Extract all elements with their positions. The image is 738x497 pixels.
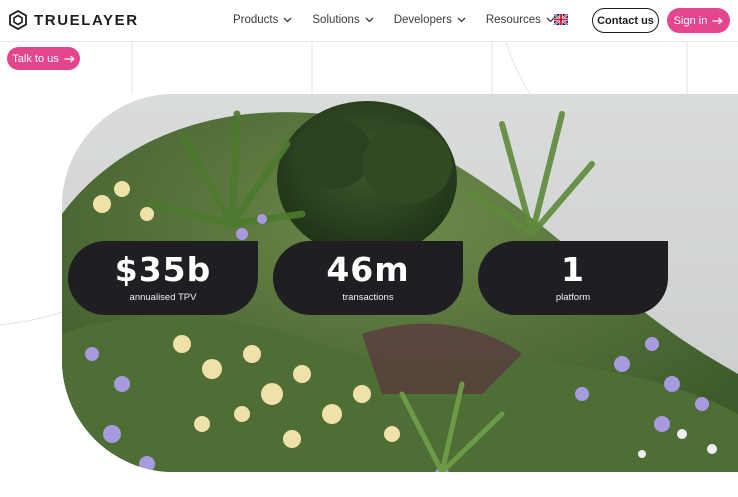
nav-item-label: Resources	[485, 14, 541, 26]
contact-us-button[interactable]: Contact us	[592, 8, 659, 33]
site-header: TRUELAYER Products Solutions Developers …	[0, 0, 738, 42]
nav-item-products[interactable]: Products	[233, 12, 292, 28]
brand-name: TRUELAYER	[34, 11, 139, 29]
stat-value: $35b	[114, 250, 212, 289]
stat-value: 1	[561, 250, 585, 289]
main-nav: Products Solutions Developers Resources	[233, 12, 575, 28]
stat-card-tpv: $35b annualised TPV	[68, 241, 258, 315]
stat-label: annualised TPV	[129, 292, 197, 303]
nav-item-solutions[interactable]: Solutions	[312, 12, 374, 28]
sign-in-button[interactable]: Sign in	[667, 8, 730, 33]
uk-flag-icon[interactable]	[554, 14, 568, 25]
talk-to-us-button[interactable]: Talk to us	[7, 47, 80, 70]
nav-item-label: Solutions	[312, 14, 360, 26]
stat-label: platform	[555, 292, 591, 303]
nav-item-resources[interactable]: Resources	[486, 12, 555, 28]
arrow-right-icon	[64, 55, 75, 62]
sign-in-label: Sign in	[673, 14, 708, 27]
truelayer-logo-icon	[9, 10, 27, 30]
chevron-down-icon	[365, 17, 374, 23]
talk-to-us-label: Talk to us	[12, 52, 59, 65]
nav-item-label: Products	[233, 14, 279, 26]
stat-card-platform: 1 platform	[478, 241, 668, 315]
chevron-down-icon	[457, 17, 466, 23]
stat-value: 46m	[326, 250, 410, 289]
stat-label: transactions	[342, 292, 394, 303]
nav-item-label: Developers	[393, 14, 452, 26]
stat-card-transactions: 46m transactions	[273, 241, 463, 315]
chevron-down-icon	[283, 17, 292, 23]
arrow-right-icon	[712, 17, 724, 24]
nav-item-developers[interactable]: Developers	[394, 12, 466, 28]
brand-logo-link[interactable]: TRUELAYER	[8, 9, 139, 31]
